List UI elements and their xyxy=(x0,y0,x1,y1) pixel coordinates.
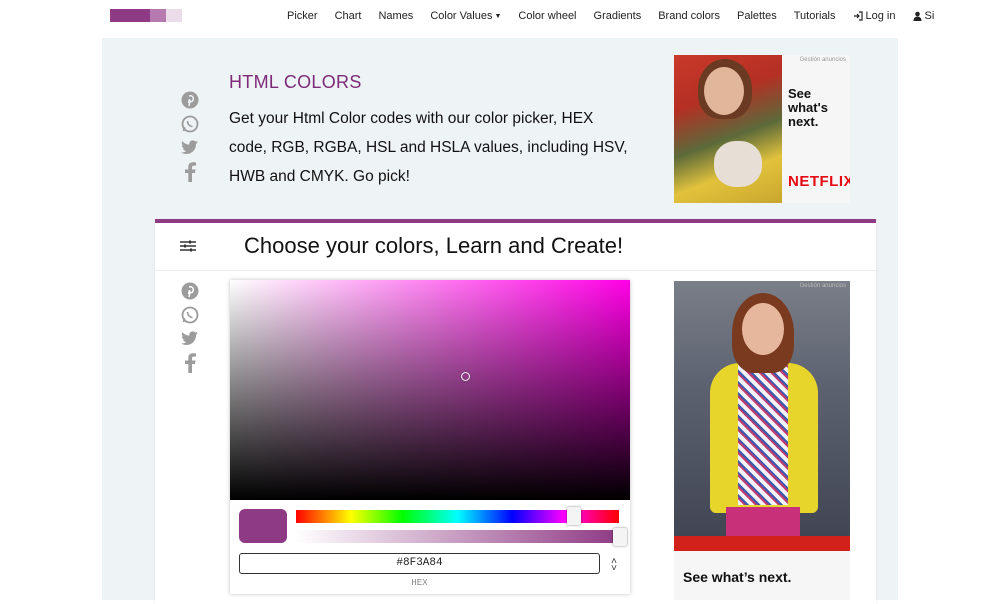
ad-banner-top[interactable]: Gestión anuncios See what's next. NETFLI… xyxy=(674,55,850,203)
ad-photo-dog xyxy=(714,141,762,187)
nav-label: Palettes xyxy=(736,10,777,22)
ad-photo-face xyxy=(742,303,784,355)
nav-item-palettes[interactable]: Palettes xyxy=(737,10,777,22)
hue-slider-handle[interactable] xyxy=(567,507,581,525)
hero-description: Get your Html Color codes with our color… xyxy=(229,110,628,185)
user-icon xyxy=(913,11,921,21)
format-toggle-icon[interactable]: ˄ ˅ xyxy=(608,557,620,574)
facebook-icon[interactable] xyxy=(179,352,201,374)
ad-photo-face xyxy=(704,67,744,115)
login-label: Log in xyxy=(865,10,896,22)
nav-label: Chart xyxy=(334,10,362,22)
main-nav: Picker Chart Names Color Values ▼ Color w… xyxy=(287,0,951,32)
card-title: Choose your colors, Learn and Create! xyxy=(244,233,624,258)
ad-choices-label[interactable]: Gestión anuncios xyxy=(800,283,846,289)
nav-item-tutorials[interactable]: Tutorials xyxy=(794,10,836,22)
caret-down-icon: ▼ xyxy=(494,12,502,20)
twitter-icon[interactable] xyxy=(179,328,201,350)
nav-label: Tutorials xyxy=(793,10,836,22)
ad-brand-logo: NETFLIX xyxy=(788,173,850,190)
signup-label: Si xyxy=(924,10,935,22)
card-header: Choose your colors, Learn and Create! xyxy=(155,223,876,271)
whatsapp-icon[interactable] xyxy=(179,113,201,135)
nav-item-gradients[interactable]: Gradients xyxy=(594,10,642,22)
nav-item-color-wheel[interactable]: Color wheel xyxy=(518,10,576,22)
nav-label: Picker xyxy=(287,10,318,22)
share-bar-card xyxy=(179,280,201,376)
ad-photo-shirt xyxy=(738,365,788,505)
nav-signup[interactable]: Si xyxy=(913,10,935,22)
twitter-icon[interactable] xyxy=(179,137,201,159)
whatsapp-icon[interactable] xyxy=(179,304,201,326)
nav-label: Gradients xyxy=(593,10,642,22)
format-label: HEX xyxy=(411,578,428,588)
nav-item-picker[interactable]: Picker xyxy=(287,10,318,22)
ad-tagline: See what's next. xyxy=(788,86,828,129)
pinterest-icon[interactable] xyxy=(179,89,201,111)
hex-input[interactable]: #8F3A84 xyxy=(239,553,600,574)
nav-item-chart[interactable]: Chart xyxy=(335,10,362,22)
ad-choices-label[interactable]: Gestión anuncios xyxy=(800,57,846,63)
alpha-slider-handle[interactable] xyxy=(613,528,627,546)
ad-tagline: See what’s next. xyxy=(683,569,792,585)
alpha-slider[interactable] xyxy=(296,530,619,543)
saturation-area[interactable] xyxy=(230,280,630,500)
ad-photo xyxy=(674,281,850,551)
nav-label: Color wheel xyxy=(518,10,577,22)
nav-login[interactable]: Log in xyxy=(853,10,896,22)
nav-clip: Picker Chart Names Color Values ▼ Color w… xyxy=(0,0,1000,34)
sliders-icon[interactable] xyxy=(180,240,196,252)
color-picker: #8F3A84 ˄ ˅ HEX xyxy=(230,280,630,594)
nav-label: Brand colors xyxy=(658,10,720,22)
ad-banner-side[interactable]: Gestión anuncios See what’s next. xyxy=(674,281,850,600)
nav-label: Names xyxy=(378,10,414,22)
share-bar-top xyxy=(179,89,201,185)
nav-item-names[interactable]: Names xyxy=(378,10,413,22)
facebook-icon[interactable] xyxy=(179,161,201,183)
ad-red-band xyxy=(674,536,850,551)
ad-photo-pants xyxy=(726,507,800,537)
ad-photo xyxy=(674,55,782,203)
nav-label: Color Values xyxy=(430,10,493,22)
nav-item-color-values[interactable]: Color Values ▼ xyxy=(430,10,501,22)
page-title: HTML COLORS xyxy=(229,72,362,92)
color-preview-swatch xyxy=(239,509,287,543)
saturation-handle[interactable] xyxy=(461,372,470,381)
login-icon xyxy=(853,11,863,21)
pinterest-icon[interactable] xyxy=(179,280,201,302)
top-navbar: Picker Chart Names Color Values ▼ Color w… xyxy=(0,0,1000,34)
nav-item-brand-colors[interactable]: Brand colors xyxy=(658,10,720,22)
